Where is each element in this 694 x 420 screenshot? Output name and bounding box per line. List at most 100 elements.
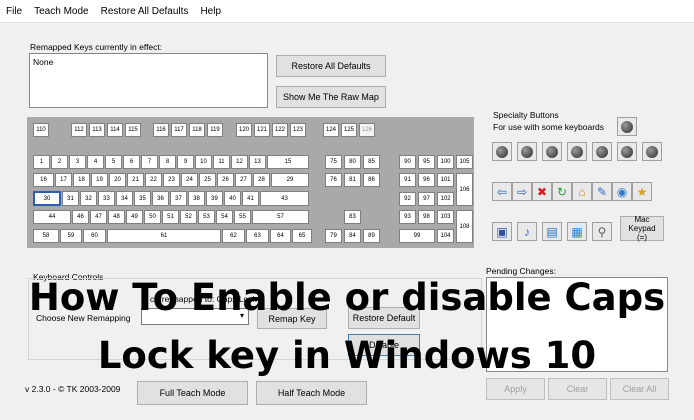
key-36[interactable]: 36 (152, 191, 169, 206)
key-22[interactable]: 22 (145, 173, 162, 187)
key-86[interactable]: 86 (363, 173, 380, 187)
key-19[interactable]: 19 (91, 173, 108, 187)
key-26[interactable]: 26 (217, 173, 234, 187)
calculator-button[interactable]: ▦ (567, 222, 587, 241)
key-125[interactable]: 125 (341, 123, 357, 137)
key-79[interactable]: 79 (325, 229, 342, 243)
key-90[interactable]: 90 (399, 155, 416, 169)
key-12[interactable]: 12 (231, 155, 248, 169)
key-32[interactable]: 32 (80, 191, 97, 206)
key-52[interactable]: 52 (180, 210, 197, 224)
key-55[interactable]: 55 (234, 210, 251, 224)
key-13[interactable]: 13 (249, 155, 266, 169)
key-21[interactable]: 21 (127, 173, 144, 187)
key-104[interactable]: 104 (437, 229, 454, 243)
key-92[interactable]: 92 (399, 192, 416, 206)
key-8[interactable]: 8 (159, 155, 176, 169)
key-124[interactable]: 124 (323, 123, 339, 137)
key-27[interactable]: 27 (235, 173, 252, 187)
key-123[interactable]: 123 (290, 123, 306, 137)
key-119[interactable]: 119 (207, 123, 223, 137)
key-102[interactable]: 102 (437, 192, 454, 206)
key-89[interactable]: 89 (363, 229, 380, 243)
key-44[interactable]: 44 (33, 210, 71, 224)
favorites-button[interactable]: ★ (632, 182, 652, 201)
key-5[interactable]: 5 (105, 155, 122, 169)
key-75[interactable]: 75 (325, 155, 342, 169)
key-64[interactable]: 64 (270, 229, 291, 243)
key-35[interactable]: 35 (134, 191, 151, 206)
key-63[interactable]: 63 (246, 229, 269, 243)
media-stop-button[interactable] (517, 142, 537, 161)
key-101[interactable]: 101 (437, 173, 454, 187)
key-9[interactable]: 9 (177, 155, 194, 169)
key-34[interactable]: 34 (116, 191, 133, 206)
key-62[interactable]: 62 (222, 229, 245, 243)
key-117[interactable]: 117 (171, 123, 187, 137)
media-forward-button[interactable] (567, 142, 587, 161)
volume-down-button[interactable] (617, 142, 637, 161)
key-23[interactable]: 23 (163, 173, 180, 187)
menu-help[interactable]: Help (194, 6, 227, 17)
media-button[interactable]: ▣ (492, 222, 512, 241)
key-1[interactable]: 1 (33, 155, 50, 169)
mac-keypad-button[interactable]: Mac Keypad (=) (620, 215, 664, 242)
key-37[interactable]: 37 (170, 191, 187, 206)
apply-button[interactable]: Apply (486, 378, 545, 400)
key-110[interactable]: 110 (33, 123, 49, 137)
media-rewind-button[interactable] (542, 142, 562, 161)
key-39[interactable]: 39 (206, 191, 223, 206)
key-99[interactable]: 99 (399, 229, 435, 243)
globe-button[interactable]: ◉ (612, 182, 632, 201)
right-arrow-button[interactable]: ⇨ (512, 182, 532, 201)
key-53[interactable]: 53 (198, 210, 215, 224)
key-57[interactable]: 57 (252, 210, 309, 224)
remapped-list[interactable]: None (29, 53, 268, 108)
key-114[interactable]: 114 (107, 123, 123, 137)
computer-button[interactable]: ▤ (542, 222, 562, 241)
key-54[interactable]: 54 (216, 210, 233, 224)
key-20[interactable]: 20 (109, 173, 126, 187)
key-2[interactable]: 2 (51, 155, 68, 169)
search-doc-button[interactable]: ✎ (592, 182, 612, 201)
key-43[interactable]: 43 (260, 191, 309, 206)
key-115[interactable]: 115 (125, 123, 141, 137)
key-93[interactable]: 93 (399, 210, 416, 224)
key-60[interactable]: 60 (83, 229, 106, 243)
volume-up-button[interactable] (592, 142, 612, 161)
key-65[interactable]: 65 (292, 229, 312, 243)
key-118[interactable]: 118 (189, 123, 205, 137)
key-98[interactable]: 98 (418, 210, 435, 224)
eject-button[interactable] (617, 117, 637, 136)
key-84[interactable]: 84 (344, 229, 361, 243)
key-61[interactable]: 61 (107, 229, 221, 243)
key-50[interactable]: 50 (144, 210, 161, 224)
clear-button[interactable]: Clear (548, 378, 607, 400)
key-28[interactable]: 28 (253, 173, 270, 187)
menu-file[interactable]: File (0, 6, 28, 17)
key-126[interactable]: 126 (359, 123, 375, 137)
magnifier-button[interactable]: ⚲ (592, 222, 612, 241)
key-10[interactable]: 10 (195, 155, 212, 169)
key-15[interactable]: 15 (267, 155, 309, 169)
key-91[interactable]: 91 (399, 173, 416, 187)
key-51[interactable]: 51 (162, 210, 179, 224)
key-41[interactable]: 41 (242, 191, 259, 206)
key-58[interactable]: 58 (33, 229, 59, 243)
stop-button[interactable]: ✖ (532, 182, 552, 201)
media-prev-button[interactable] (492, 142, 512, 161)
key-31[interactable]: 31 (62, 191, 79, 206)
key-18[interactable]: 18 (73, 173, 90, 187)
key-112[interactable]: 112 (71, 123, 87, 137)
key-59[interactable]: 59 (60, 229, 82, 243)
show-raw-map-button[interactable]: Show Me The Raw Map (276, 86, 386, 108)
home-button[interactable]: ⌂ (572, 182, 592, 201)
key-7[interactable]: 7 (141, 155, 158, 169)
key-4[interactable]: 4 (87, 155, 104, 169)
key-96[interactable]: 96 (418, 173, 435, 187)
half-teach-mode-button[interactable]: Half Teach Mode (256, 381, 367, 405)
key-16[interactable]: 16 (33, 173, 54, 187)
key-49[interactable]: 49 (126, 210, 143, 224)
key-108[interactable]: 108 (456, 210, 473, 243)
sound-button[interactable]: ♪ (517, 222, 537, 241)
